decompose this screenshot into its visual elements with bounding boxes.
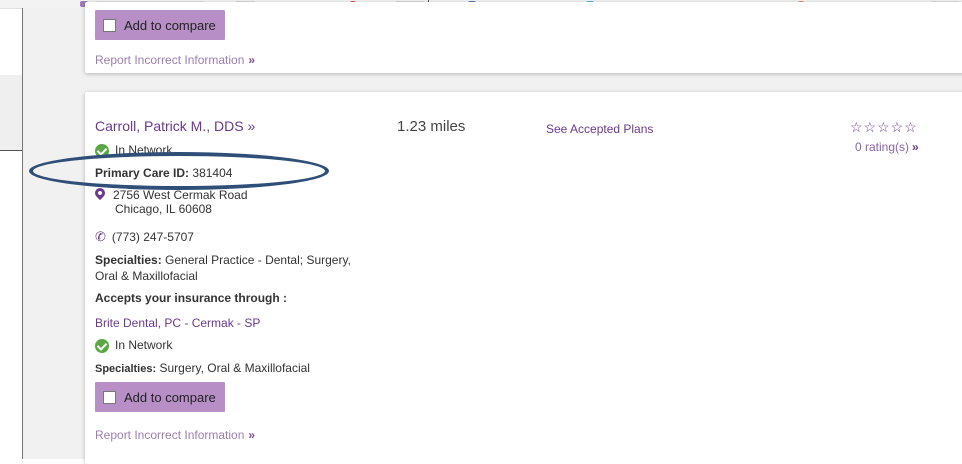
primary-care-label: Primary Care ID:: [95, 166, 190, 180]
chevron-right-icon: »: [912, 140, 919, 154]
network-status: In Network: [95, 143, 172, 158]
report-incorrect-link[interactable]: Report Incorrect Information»: [95, 428, 255, 442]
checkbox-icon[interactable]: [103, 390, 116, 404]
add-to-compare-button[interactable]: Add to compare: [95, 10, 225, 40]
specialties: Specialties: General Practice - Dental; …: [95, 252, 351, 284]
add-to-compare-button[interactable]: Add to compare: [95, 382, 225, 412]
phone-icon: ✆: [95, 229, 106, 244]
accepts-insurance-heading: Accepts your insurance through :: [95, 291, 288, 305]
primary-care-id: Primary Care ID: 381404: [95, 166, 232, 180]
ratings-link[interactable]: 0 rating(s)»: [855, 140, 919, 154]
check-circle-icon: [95, 338, 109, 353]
group-network-status: In Network: [95, 338, 172, 353]
phone-number: (773) 247-5707: [111, 230, 194, 244]
provider-card-previous: Add to compare Report Incorrect Informat…: [85, 2, 962, 73]
report-incorrect-link[interactable]: Report Incorrect Information»: [95, 53, 255, 67]
network-status-text: In Network: [115, 338, 173, 352]
compare-label: Add to compare: [124, 389, 216, 405]
results-area: Add to compare Report Incorrect Informat…: [23, 2, 962, 464]
provider-name: Carroll, Patrick M., DDS: [95, 118, 244, 134]
left-panel-fragment: [0, 75, 22, 151]
chevron-right-icon: »: [247, 118, 256, 134]
specialties-label: Specialties:: [95, 253, 162, 267]
address-line1: 2756 West Cermak Road: [113, 188, 248, 202]
provider-card: Carroll, Patrick M., DDS » 1.23 miles Se…: [85, 92, 962, 464]
chevron-right-icon: »: [248, 53, 256, 67]
ratings-count: 0 rating(s): [855, 140, 910, 154]
specialties-text: General Practice - Dental; Surgery,: [165, 253, 351, 267]
group-specialties: Specialties: Surgery, Oral & Maxillofaci…: [95, 361, 310, 375]
specialties-label: Specialties:: [95, 363, 157, 375]
see-accepted-plans-link[interactable]: See Accepted Plans: [546, 122, 653, 136]
divider: [0, 150, 22, 151]
map-pin-icon: [92, 185, 108, 201]
report-label: Report Incorrect Information: [95, 428, 245, 442]
practice-group-link[interactable]: Brite Dental, PC - Cermak - SP: [95, 316, 260, 330]
network-status-text: In Network: [115, 143, 173, 157]
specialties-text: Oral & Maxillofacial: [95, 269, 198, 283]
provider-name-link[interactable]: Carroll, Patrick M., DDS »: [95, 118, 255, 134]
checkbox-icon[interactable]: [103, 18, 116, 32]
phone: ✆ (773) 247-5707: [95, 229, 194, 245]
divider: [22, 8, 23, 459]
chevron-right-icon: »: [248, 428, 256, 442]
compare-label: Add to compare: [124, 17, 216, 33]
address-line2: Chicago, IL 60608: [115, 202, 212, 216]
star-outline-icon[interactable]: ☆☆☆☆☆: [850, 119, 918, 136]
address: 2756 West Cermak Road Chicago, IL 60608: [92, 185, 248, 216]
distance: 1.23 miles: [397, 118, 466, 135]
specialties-text: Surgery, Oral & Maxillofacial: [159, 361, 310, 375]
report-label: Report Incorrect Information: [95, 53, 245, 67]
primary-care-value: 381404: [192, 166, 233, 180]
check-circle-icon: [95, 143, 109, 158]
